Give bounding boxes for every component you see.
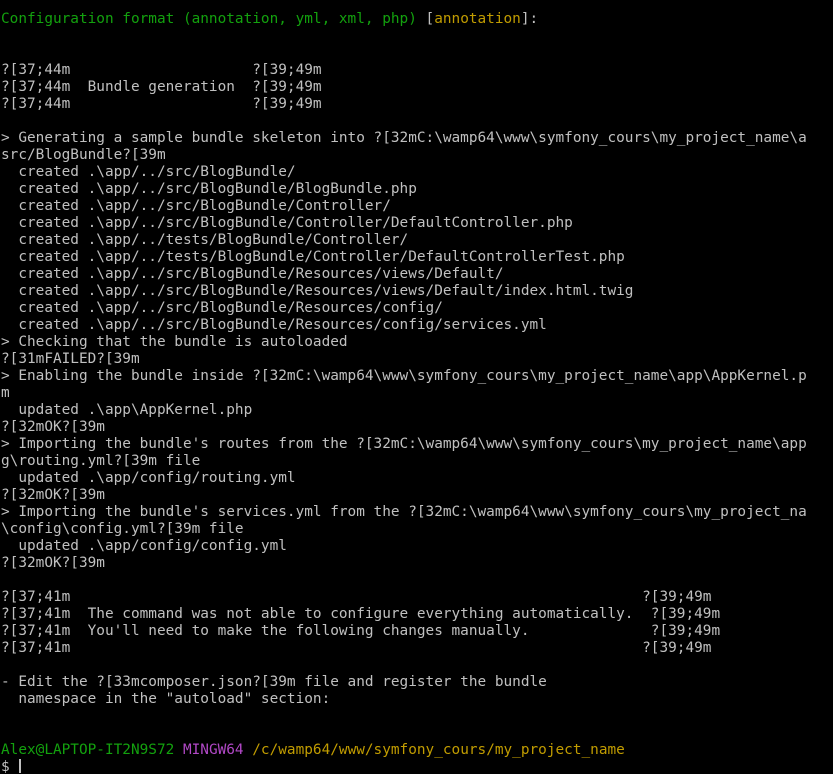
- terminal-line: ?[32mOK?[39m: [1, 555, 105, 572]
- terminal-text: ?[37;41m The command was not able to con…: [1, 606, 721, 622]
- terminal-text: \config\config.yml?[39m file: [1, 521, 244, 537]
- terminal-text: $: [1, 759, 19, 774]
- terminal-window[interactable]: Configuration format (annotation, yml, x…: [0, 0, 833, 774]
- terminal-text: MINGW64: [182, 742, 253, 758]
- terminal-line: ?[37;44m ?[39;49m: [1, 62, 322, 79]
- terminal-text: /c/wamp64/www/symfony_cours/my_project_n…: [252, 742, 625, 758]
- terminal-text: Configuration format (annotation, yml, x…: [1, 11, 426, 27]
- terminal-text: > Importing the bundle's routes from the…: [1, 436, 807, 452]
- terminal-text: annotation: [434, 11, 521, 27]
- terminal-text: > Importing the bundle's services.yml fr…: [1, 504, 807, 520]
- terminal-text: ?[37;44m Bundle generation ?[39;49m: [1, 79, 322, 95]
- terminal-text: namespace in the "autoload" section:: [1, 691, 331, 707]
- terminal-line: ?[32mOK?[39m: [1, 419, 105, 436]
- terminal-text: g\routing.yml?[39m file: [1, 453, 201, 469]
- terminal-line: created .\app/../src/BlogBundle/BlogBund…: [1, 181, 417, 198]
- terminal-text: ?[32mOK?[39m: [1, 419, 105, 435]
- terminal-text: Alex@LAPTOP-IT2N9S72: [1, 742, 183, 758]
- terminal-text: src/BlogBundle?[39m: [1, 147, 166, 163]
- terminal-text: ?[32mOK?[39m: [1, 487, 105, 503]
- terminal-line: created .\app/../src/BlogBundle/: [1, 164, 296, 181]
- terminal-text: ?[37;41m ?[39;49m: [1, 640, 712, 656]
- terminal-line: ?[37;41m The command was not able to con…: [1, 606, 720, 623]
- terminal-line: created .\app/../tests/BlogBundle/Contro…: [1, 232, 408, 249]
- terminal-text: created .\app/../src/BlogBundle/Resource…: [1, 266, 504, 282]
- terminal-line: created .\app/../src/BlogBundle/Resource…: [1, 317, 547, 334]
- terminal-text: > Checking that the bundle is autoloaded: [1, 334, 348, 350]
- terminal-text: created .\app/../src/BlogBundle/BlogBund…: [1, 181, 417, 197]
- terminal-text: ?[37;44m ?[39;49m: [1, 62, 322, 78]
- terminal-line: g\routing.yml?[39m file: [1, 453, 200, 470]
- terminal-text: > Generating a sample bundle skeleton in…: [1, 130, 807, 146]
- text-cursor: [19, 759, 22, 773]
- terminal-line: Alex@LAPTOP-IT2N9S72 MINGW64 /c/wamp64/w…: [1, 742, 625, 759]
- terminal-text: updated .\app/config/config.yml: [1, 538, 287, 554]
- terminal-line: created .\app/../src/BlogBundle/Resource…: [1, 266, 504, 283]
- terminal-text: updated .\app/config/routing.yml: [1, 470, 296, 486]
- terminal-text: created .\app/../src/BlogBundle/Controll…: [1, 215, 573, 231]
- terminal-line: $: [1, 759, 22, 774]
- terminal-text: created .\app/../tests/BlogBundle/Contro…: [1, 232, 409, 248]
- terminal-text: created .\app/../src/BlogBundle/Resource…: [1, 317, 547, 333]
- terminal-line: ?[32mOK?[39m: [1, 487, 105, 504]
- terminal-text: created .\app/../src/BlogBundle/Resource…: [1, 300, 443, 316]
- terminal-line: > Enabling the bundle inside ?[32mC:\wam…: [1, 368, 807, 385]
- terminal-line: updated .\app/config/routing.yml: [1, 470, 296, 487]
- terminal-line: > Importing the bundle's routes from the…: [1, 436, 807, 453]
- terminal-line: > Checking that the bundle is autoloaded: [1, 334, 348, 351]
- terminal-line: ?[37;41m You'll need to make the followi…: [1, 623, 720, 640]
- terminal-text: m: [1, 385, 10, 401]
- terminal-text: created .\app/../src/BlogBundle/Controll…: [1, 198, 391, 214]
- terminal-line: created .\app/../src/BlogBundle/Controll…: [1, 198, 391, 215]
- terminal-line: ?[37;44m Bundle generation ?[39;49m: [1, 79, 322, 96]
- terminal-line: ?[31mFAILED?[39m: [1, 351, 140, 368]
- terminal-line: created .\app/../src/BlogBundle/Resource…: [1, 300, 443, 317]
- terminal-text: updated .\app\AppKernel.php: [1, 402, 253, 418]
- terminal-text: created .\app/../src/BlogBundle/: [1, 164, 296, 180]
- terminal-line: ?[37;44m ?[39;49m: [1, 96, 322, 113]
- terminal-text: ?[37;41m ?[39;49m: [1, 589, 712, 605]
- terminal-line: ?[37;41m ?[39;49m: [1, 589, 711, 606]
- terminal-line: Configuration format (annotation, yml, x…: [1, 11, 538, 28]
- terminal-line: created .\app/../tests/BlogBundle/Contro…: [1, 249, 625, 266]
- terminal-text: ?[37;41m You'll need to make the followi…: [1, 623, 721, 639]
- terminal-line: m: [1, 385, 10, 402]
- terminal-line: > Importing the bundle's services.yml fr…: [1, 504, 807, 521]
- terminal-line: created .\app/../src/BlogBundle/Controll…: [1, 215, 573, 232]
- terminal-text: > Enabling the bundle inside ?[32mC:\wam…: [1, 368, 807, 384]
- terminal-line: namespace in the "autoload" section:: [1, 691, 330, 708]
- terminal-line: updated .\app/config/config.yml: [1, 538, 287, 555]
- terminal-text: created .\app/../tests/BlogBundle/Contro…: [1, 249, 625, 265]
- terminal-line: \config\config.yml?[39m file: [1, 521, 244, 538]
- terminal-line: ?[37;41m ?[39;49m: [1, 640, 711, 657]
- terminal-line: - Edit the ?[33mcomposer.json?[39m file …: [1, 674, 547, 691]
- terminal-line: created .\app/../src/BlogBundle/Resource…: [1, 283, 633, 300]
- terminal-text: ]:: [520, 11, 539, 27]
- terminal-text: [: [425, 11, 435, 27]
- terminal-line: updated .\app\AppKernel.php: [1, 402, 252, 419]
- terminal-text: ?[37;44m ?[39;49m: [1, 96, 322, 112]
- terminal-text: created .\app/../src/BlogBundle/Resource…: [1, 283, 634, 299]
- terminal-text: - Edit the ?[33mcomposer.json?[39m file …: [1, 674, 547, 690]
- terminal-text: ?[31mFAILED?[39m: [1, 351, 140, 367]
- terminal-text: ?[32mOK?[39m: [1, 555, 105, 571]
- terminal-line: > Generating a sample bundle skeleton in…: [1, 130, 807, 147]
- terminal-line: src/BlogBundle?[39m: [1, 147, 166, 164]
